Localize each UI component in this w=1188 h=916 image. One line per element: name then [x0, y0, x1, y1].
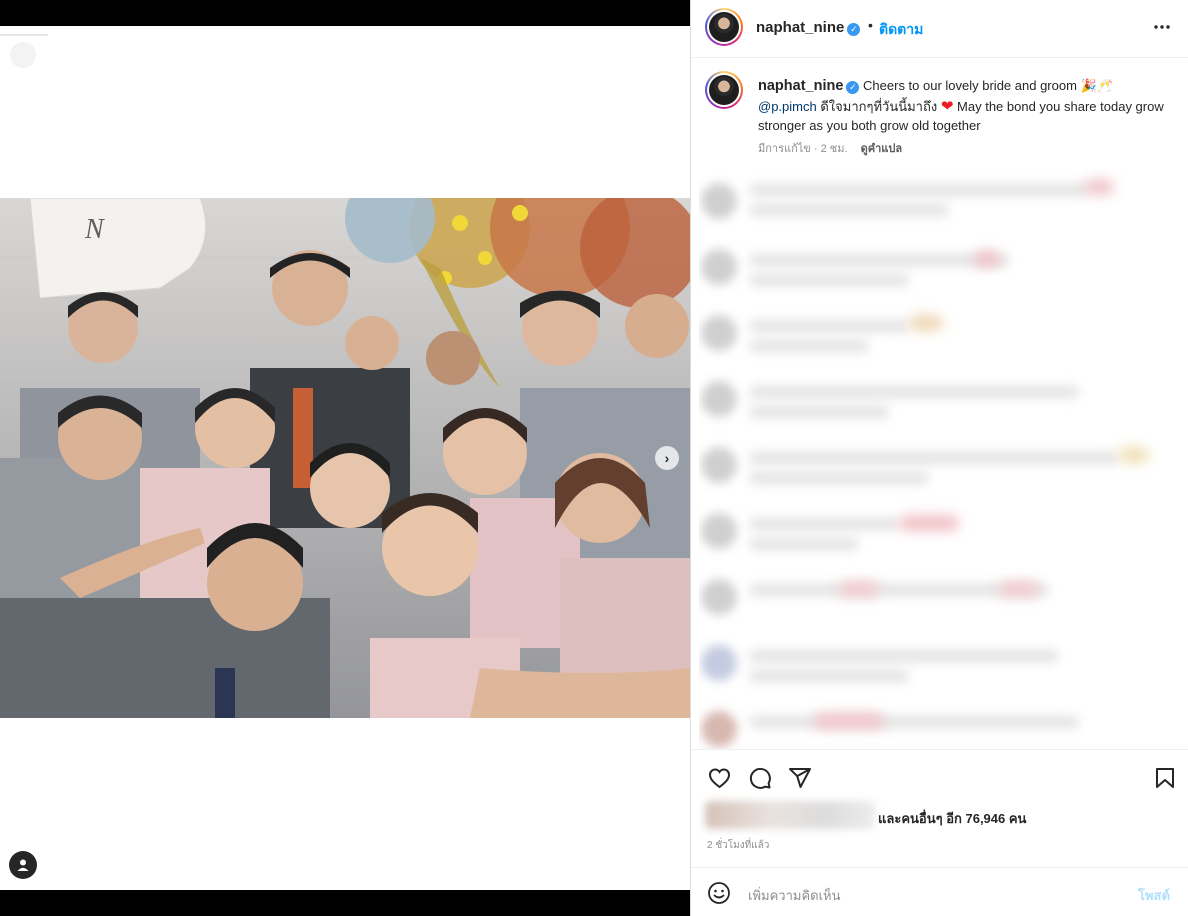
- post-timestamp[interactable]: 2 ชั่วโมงที่แล้ว: [707, 838, 769, 853]
- likes-count[interactable]: และคนอื่นๆ อีก 76,946 คน: [878, 808, 1026, 829]
- smiley-icon: [708, 882, 730, 904]
- comment-row[interactable]: [699, 299, 1188, 363]
- avatar: [701, 711, 737, 747]
- avatar: [701, 315, 737, 351]
- comment-row[interactable]: [699, 497, 1188, 561]
- media-progress-bar: [0, 34, 48, 36]
- more-options-button[interactable]: [1153, 14, 1171, 35]
- heart-emoji: ❤: [940, 97, 954, 115]
- verified-badge-icon: ✓: [846, 81, 860, 94]
- avatar: [701, 645, 737, 681]
- media-pane: N ›: [0, 0, 690, 916]
- more-horizontal-icon: [1154, 25, 1170, 29]
- avatar: [701, 579, 737, 615]
- media-top-control: [10, 42, 36, 68]
- heart-icon: [708, 768, 731, 789]
- separator-dot: •: [868, 17, 873, 33]
- chevron-right-icon: ›: [664, 450, 670, 466]
- caption-meta: มีการแก้ไข · 2 ชม. ดูคำแปล: [758, 139, 902, 157]
- send-icon: [789, 768, 811, 788]
- share-button[interactable]: [788, 766, 812, 795]
- comment-row[interactable]: [699, 695, 1188, 749]
- comment-row[interactable]: [699, 563, 1188, 627]
- post-comment-button[interactable]: โพสต์: [1138, 885, 1170, 906]
- edited-timestamp: มีการแก้ไข · 2 ชม.: [758, 143, 848, 155]
- avatar[interactable]: [705, 8, 743, 46]
- caption-text-part3: May the bond you share today grow strong…: [758, 98, 1164, 134]
- post-photo[interactable]: N: [0, 198, 690, 718]
- caption-text-part2: ดีใจมากๆที่วันนี้มาถึง: [820, 98, 938, 114]
- comment-row[interactable]: [699, 233, 1188, 297]
- caption: naphat_nine ✓ Cheers to our lovely bride …: [691, 59, 1188, 167]
- liked-by-avatars[interactable]: [705, 801, 875, 829]
- caption-username[interactable]: naphat_nine: [758, 78, 843, 94]
- comments-list: [699, 167, 1188, 749]
- next-media-button[interactable]: ›: [655, 446, 679, 470]
- username-text[interactable]: naphat_nine: [756, 19, 844, 36]
- post-actions: และคนอื่นๆ อีก 76,946 คน 2 ชั่วโมงที่แล้…: [691, 749, 1188, 867]
- avatar: [701, 447, 737, 483]
- add-comment-bar: เพิ่มความคิดเห็น โพสต์: [691, 867, 1188, 916]
- tagged-users-button[interactable]: [9, 851, 37, 879]
- comment-row[interactable]: [699, 431, 1188, 495]
- comment-row[interactable]: [699, 629, 1188, 693]
- comment-row[interactable]: [699, 365, 1188, 429]
- see-translation-link[interactable]: ดูคำแปล: [861, 143, 903, 155]
- like-button[interactable]: [707, 766, 732, 795]
- avatar: [701, 381, 737, 417]
- comment-row[interactable]: [699, 167, 1188, 231]
- avatar: [701, 513, 737, 549]
- comment-button[interactable]: [748, 766, 772, 795]
- username-link[interactable]: naphat_nine ✓: [756, 19, 861, 36]
- bookmark-icon: [1156, 768, 1174, 788]
- post-photo-illustration: N: [0, 198, 690, 718]
- avatar: [701, 183, 737, 219]
- follow-button[interactable]: ติดตาม: [879, 19, 923, 41]
- verified-badge-icon: ✓: [847, 23, 861, 36]
- comment-icon: [749, 767, 771, 789]
- avatar: [701, 249, 737, 285]
- user-icon: [17, 859, 29, 871]
- save-button[interactable]: [1154, 766, 1176, 795]
- post-header: naphat_nine ✓ • ติดตาม: [691, 0, 1188, 58]
- caption-text-part1: Cheers to our lovely bride and groom 🎉🥂: [863, 78, 1113, 93]
- caption-mention[interactable]: @p.pimch: [758, 99, 817, 114]
- comment-input[interactable]: เพิ่มความคิดเห็น: [748, 885, 841, 906]
- post-side-panel: naphat_nine ✓ • ติดตาม naphat_nine ✓ Cheer…: [690, 0, 1188, 916]
- caption-avatar[interactable]: [705, 71, 743, 109]
- emoji-picker-button[interactable]: [707, 881, 731, 910]
- caption-text: naphat_nine ✓ Cheers to our lovely bride …: [758, 76, 1170, 136]
